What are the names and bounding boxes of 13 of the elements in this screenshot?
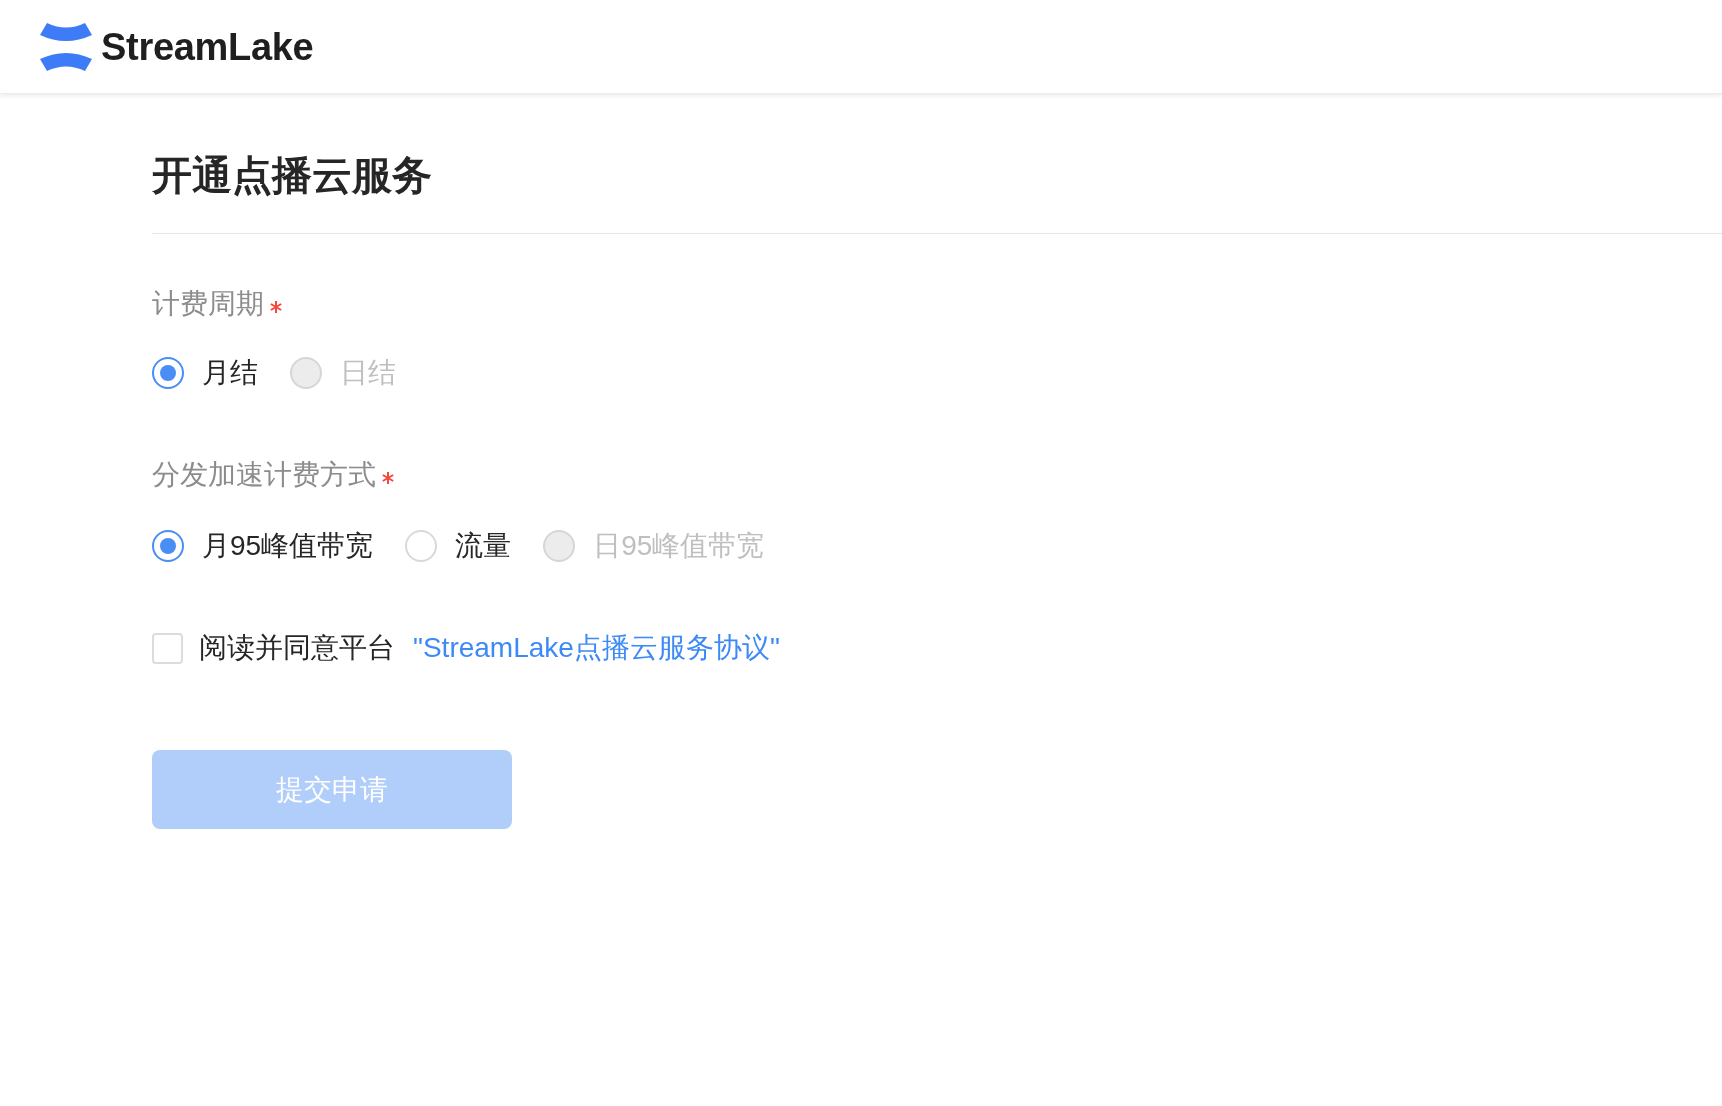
radio-label[interactable]: 月95峰值带宽 [202,528,374,564]
radio-button[interactable] [152,530,184,562]
radio-label[interactable]: 月结 [202,355,258,391]
radio-button[interactable] [152,357,184,389]
logo-icon [40,22,92,71]
checkbox[interactable] [152,632,183,664]
field-label: 计费周期 [152,287,264,321]
page-title: 开通点播云服务 [152,154,432,196]
field-label: 分发加速计费方式 [152,458,376,492]
agreement-text: 阅读并同意平台 [199,631,395,665]
radio-label[interactable]: 流量 [455,528,512,564]
agreement-link[interactable]: "StreamLake点播云服务协议" [413,630,780,666]
logo-text: StreamLake [101,24,314,70]
